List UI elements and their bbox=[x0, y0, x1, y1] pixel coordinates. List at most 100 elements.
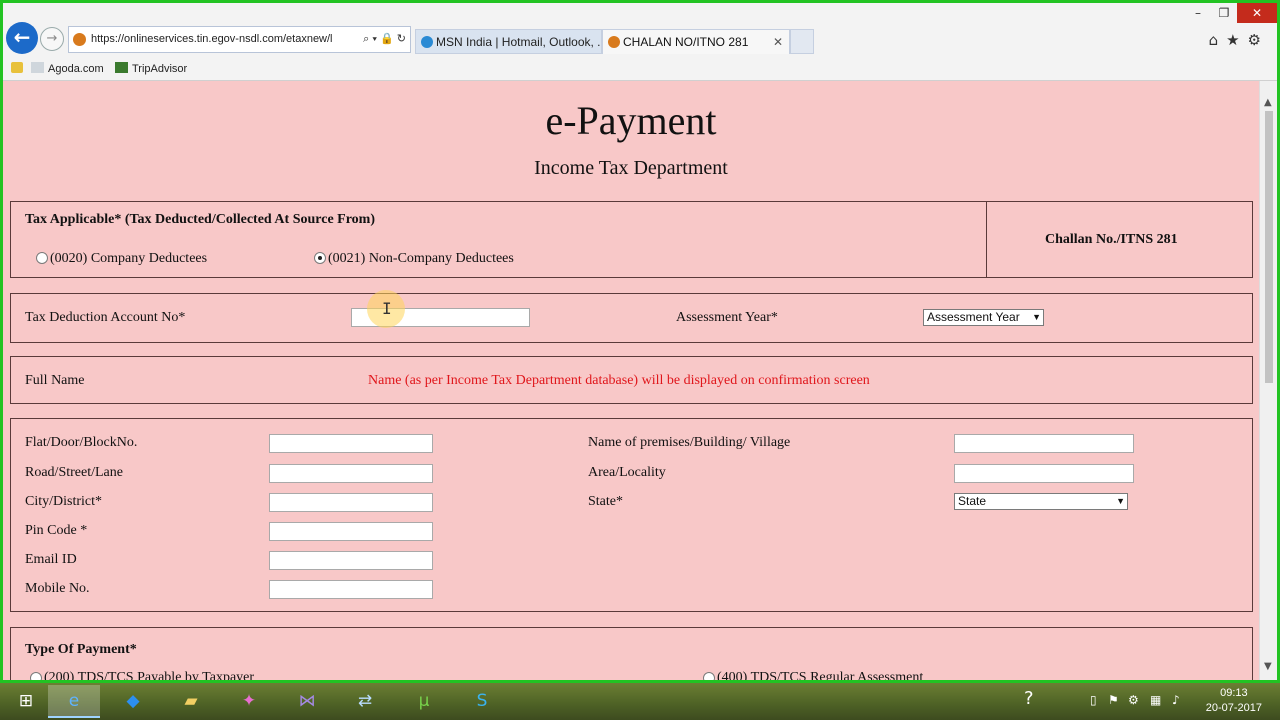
vs-icon: ⋈ bbox=[298, 691, 316, 711]
agoda-icon bbox=[31, 62, 44, 73]
settings-icon[interactable]: ⚙ bbox=[1128, 693, 1139, 707]
favorite-tripadvisor[interactable]: TripAdvisor bbox=[115, 62, 187, 75]
scrollbar-thumb[interactable] bbox=[1265, 111, 1273, 383]
vertical-scrollbar[interactable]: ▲ ▼ bbox=[1259, 81, 1277, 680]
payment-400-label[interactable]: (400) TDS/TCS Regular Assessment bbox=[717, 670, 923, 680]
address-url: https://onlineservices.tin.egov-nsdl.com… bbox=[91, 33, 333, 45]
email-label: Email ID bbox=[25, 552, 77, 567]
area-input[interactable] bbox=[954, 464, 1134, 483]
dropbox-icon: ◆ bbox=[126, 691, 140, 711]
address-bar[interactable]: https://onlineservices.tin.egov-nsdl.com… bbox=[68, 26, 411, 53]
back-button[interactable]: ← bbox=[6, 22, 38, 54]
new-tab-button[interactable] bbox=[790, 29, 814, 54]
taskbar: ⊞ e ◆ ▰ ✦ ⋈ ⇄ µ S ? ▯ ⚑ ⚙ ▦ ♪ 09:13 20-0… bbox=[0, 683, 1280, 720]
full-name-section: Full Name Name (as per Income Tax Depart… bbox=[10, 356, 1253, 404]
taskbar-ie[interactable]: e bbox=[48, 685, 100, 718]
flat-input[interactable] bbox=[269, 434, 433, 453]
state-select[interactable]: State ▼ bbox=[954, 493, 1128, 510]
tab-msn[interactable]: MSN India | Hotmail, Outlook, ... bbox=[415, 29, 602, 54]
site-favicon-icon bbox=[73, 33, 86, 46]
payment-type-heading: Type Of Payment* bbox=[25, 642, 137, 657]
close-window-button[interactable]: ✕ bbox=[1237, 3, 1277, 23]
payment-200-radio[interactable] bbox=[30, 672, 42, 680]
chevron-down-icon: ▼ bbox=[1116, 496, 1125, 506]
state-label: State* bbox=[588, 494, 623, 509]
page-title: e-Payment bbox=[545, 98, 717, 143]
network-icon: ⇄ bbox=[357, 691, 373, 711]
battery-icon[interactable]: ▯ bbox=[1090, 693, 1097, 707]
scroll-up-icon[interactable]: ▲ bbox=[1264, 97, 1272, 108]
browser-window: ← → https://onlineservices.tin.egov-nsdl… bbox=[0, 0, 1280, 683]
help-icon[interactable]: ? bbox=[1024, 688, 1034, 709]
clock-time: 09:13 bbox=[1220, 687, 1248, 699]
text-cursor-icon: I bbox=[382, 299, 392, 318]
mobile-input[interactable] bbox=[269, 580, 433, 599]
taskbar-skype[interactable]: S bbox=[456, 685, 508, 718]
browser-toolbar-icons[interactable]: ⌂★⚙ bbox=[1209, 31, 1269, 49]
non-company-deductees-radio[interactable] bbox=[314, 252, 326, 264]
taskbar-clock[interactable]: 09:13 20-07-2017 bbox=[1206, 686, 1262, 716]
taskbar-explorer[interactable]: ▰ bbox=[165, 685, 217, 718]
favorite-agoda[interactable]: Agoda.com bbox=[31, 62, 104, 75]
clock-date: 20-07-2017 bbox=[1205, 702, 1262, 714]
nsdl-favicon-icon bbox=[608, 36, 620, 48]
premises-label: Name of premises/Building/ Village bbox=[588, 435, 791, 450]
page-subtitle: Income Tax Department bbox=[534, 157, 728, 179]
windows-icon: ⊞ bbox=[18, 691, 34, 711]
utorrent-icon: µ bbox=[418, 691, 430, 711]
msn-favicon-icon bbox=[421, 36, 433, 48]
payment-200-label[interactable]: (200) TDS/TCS Payable by Taxpayer bbox=[44, 670, 254, 680]
taskbar-network[interactable]: ⇄ bbox=[339, 685, 391, 718]
full-name-label: Full Name bbox=[25, 373, 85, 388]
mobile-label: Mobile No. bbox=[25, 581, 90, 596]
restore-button[interactable]: ❐ bbox=[1211, 3, 1237, 23]
window-controls: – ❐ ✕ bbox=[1185, 3, 1277, 23]
payment-400-radio[interactable] bbox=[703, 672, 715, 680]
full-name-notice: Name (as per Income Tax Department datab… bbox=[368, 373, 870, 388]
chevron-down-icon: ▼ bbox=[1032, 312, 1041, 322]
tax-applicable-heading: Tax Applicable* (Tax Deducted/Collected … bbox=[25, 212, 375, 227]
media-icon: ✦ bbox=[241, 691, 257, 711]
taskbar-dropbox[interactable]: ◆ bbox=[107, 685, 159, 718]
taskbar-utorrent[interactable]: µ bbox=[398, 685, 450, 718]
forward-button[interactable]: → bbox=[40, 27, 64, 51]
pin-code-label: Pin Code * bbox=[25, 523, 88, 538]
favorites-bar: Agoda.com TripAdvisor bbox=[3, 57, 1277, 81]
ie-icon: e bbox=[68, 691, 80, 711]
road-label: Road/Street/Lane bbox=[25, 465, 123, 480]
tab-label: CHALAN NO/ITNO 281 bbox=[623, 35, 749, 49]
assessment-year-select[interactable]: Assessment Year ▼ bbox=[923, 309, 1044, 326]
tan-label: Tax Deduction Account No* bbox=[25, 310, 186, 325]
volume-icon[interactable]: ♪ bbox=[1172, 693, 1180, 707]
tab-challan[interactable]: CHALAN NO/ITNO 281 ✕ bbox=[602, 29, 790, 54]
road-input[interactable] bbox=[269, 464, 433, 483]
premises-input[interactable] bbox=[954, 434, 1134, 453]
page-viewport: e-Payment Income Tax Department Tax Appl… bbox=[3, 81, 1259, 680]
folder-icon: ▰ bbox=[184, 691, 198, 711]
skype-icon: S bbox=[476, 691, 488, 711]
area-label: Area/Locality bbox=[588, 465, 666, 480]
network-status-icon[interactable]: ▦ bbox=[1150, 693, 1161, 707]
challan-number: Challan No./ITNS 281 bbox=[1045, 232, 1178, 247]
pin-code-input[interactable] bbox=[269, 522, 433, 541]
tab-label: MSN India | Hotmail, Outlook, ... bbox=[436, 35, 602, 49]
company-deductees-label[interactable]: (0020) Company Deductees bbox=[50, 251, 207, 267]
address-bar-icons[interactable]: ⌕ ▾ 🔒 ↻ bbox=[363, 27, 406, 52]
email-input[interactable] bbox=[269, 551, 433, 570]
city-input[interactable] bbox=[269, 493, 433, 512]
close-tab-icon[interactable]: ✕ bbox=[773, 30, 783, 54]
favorites-star-icon[interactable] bbox=[11, 62, 27, 75]
non-company-deductees-label[interactable]: (0021) Non-Company Deductees bbox=[328, 251, 514, 267]
assessment-year-value: Assessment Year bbox=[927, 310, 1020, 324]
scroll-down-icon[interactable]: ▼ bbox=[1264, 661, 1272, 672]
start-button[interactable]: ⊞ bbox=[0, 685, 52, 718]
taskbar-media[interactable]: ✦ bbox=[223, 685, 275, 718]
assessment-year-label: Assessment Year* bbox=[676, 310, 778, 325]
flag-icon[interactable]: ⚑ bbox=[1108, 693, 1119, 707]
favorite-label: Agoda.com bbox=[48, 63, 104, 75]
taskbar-vs[interactable]: ⋈ bbox=[281, 685, 333, 718]
company-deductees-radio[interactable] bbox=[36, 252, 48, 264]
minimize-button[interactable]: – bbox=[1185, 3, 1211, 23]
state-value: State bbox=[958, 494, 987, 508]
browser-titlebar: ← → https://onlineservices.tin.egov-nsdl… bbox=[3, 3, 1277, 57]
